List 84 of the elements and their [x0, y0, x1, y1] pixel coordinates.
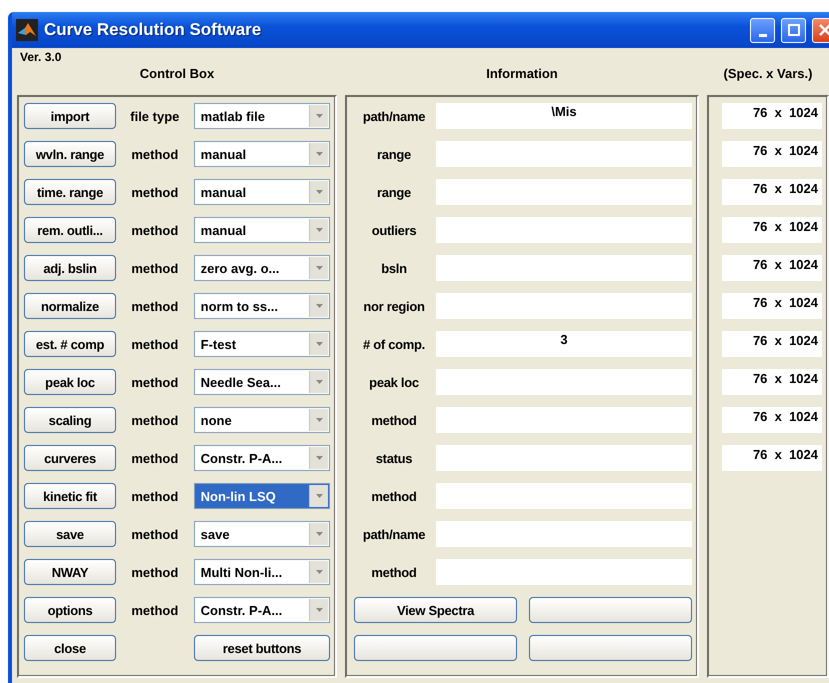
method-label: method: [130, 412, 180, 428]
blank-button[interactable]: [529, 597, 692, 623]
method-label: method: [130, 336, 180, 352]
step-button[interactable]: peak loc: [24, 369, 116, 395]
method-label: method: [130, 222, 180, 238]
info-label: bsln: [380, 260, 408, 276]
control-box-heading: Control Box: [140, 66, 214, 81]
method-label: method: [130, 526, 180, 542]
step-button[interactable]: scaling: [24, 407, 116, 433]
blank-button[interactable]: [354, 635, 517, 661]
dimensions-field: 76 x 1024: [722, 217, 822, 243]
info-field: 3: [436, 331, 692, 357]
dimensions-field: 76 x 1024: [722, 407, 822, 433]
step-button[interactable]: options: [24, 597, 116, 623]
step-button[interactable]: curveres: [24, 445, 116, 471]
dimensions-field: 76 x 1024: [722, 179, 822, 205]
method-dropdown[interactable]: manual: [194, 217, 330, 243]
method-label: method: [130, 374, 180, 390]
info-label: path/name: [362, 526, 426, 542]
reset-buttons-button[interactable]: reset buttons: [194, 635, 330, 661]
step-button[interactable]: kinetic fit: [24, 483, 116, 509]
minimize-icon: [758, 34, 766, 36]
method-label: method: [130, 564, 180, 580]
method-label: file type: [129, 108, 180, 124]
step-button[interactable]: import: [24, 103, 116, 129]
method-dropdown[interactable]: save: [194, 521, 330, 547]
method-dropdown[interactable]: Multi Non-li...: [194, 559, 330, 585]
method-label: method: [130, 450, 180, 466]
info-label: method: [370, 488, 418, 504]
blank-button[interactable]: [529, 635, 692, 661]
dimensions-field: 76 x 1024: [722, 331, 822, 357]
step-button[interactable]: save: [24, 521, 116, 547]
step-button[interactable]: adj. bslin: [24, 255, 116, 281]
method-label: method: [130, 488, 180, 504]
method-dropdown[interactable]: Constr. P-A...: [194, 597, 330, 623]
dimensions-field: 76 x 1024: [722, 369, 822, 395]
method-label: method: [130, 260, 180, 276]
info-label: status: [374, 450, 414, 466]
info-label: range: [376, 184, 412, 200]
info-label: path/name: [362, 108, 426, 124]
method-label: method: [130, 146, 180, 162]
version-label: Ver. 3.0: [20, 50, 62, 64]
close-icon: [818, 24, 829, 36]
method-label: method: [130, 298, 180, 314]
info-label: # of comp.: [362, 336, 426, 352]
view-spectra-button[interactable]: View Spectra: [354, 597, 517, 623]
step-button[interactable]: time. range: [24, 179, 116, 205]
method-dropdown[interactable]: Non-lin LSQ: [194, 483, 330, 509]
info-label: peak loc: [368, 374, 420, 390]
method-label: method: [130, 602, 180, 618]
step-button[interactable]: normalize: [24, 293, 116, 319]
info-label: nor region: [362, 298, 426, 314]
information-heading: Information: [486, 66, 558, 81]
method-dropdown[interactable]: none: [194, 407, 330, 433]
step-button[interactable]: wvln. range: [24, 141, 116, 167]
step-button[interactable]: NWAY: [24, 559, 116, 585]
maximize-icon: [788, 24, 800, 36]
minimize-button[interactable]: [750, 18, 775, 42]
window-title: Curve Resolution Software: [44, 20, 262, 40]
dimensions-field: 76 x 1024: [722, 103, 822, 129]
info-field: \Mis: [436, 103, 692, 129]
method-dropdown[interactable]: norm to ss...: [194, 293, 330, 319]
step-button[interactable]: rem. outli...: [24, 217, 116, 243]
dimensions-field: 76 x 1024: [722, 445, 822, 471]
step-button[interactable]: est. # comp: [24, 331, 116, 357]
dimensions-field: 76 x 1024: [722, 293, 822, 319]
dimensions-field: 76 x 1024: [722, 141, 822, 167]
method-dropdown[interactable]: matlab file: [194, 103, 330, 129]
method-dropdown[interactable]: manual: [194, 141, 330, 167]
method-dropdown[interactable]: manual: [194, 179, 330, 205]
method-dropdown[interactable]: F-test: [194, 331, 330, 357]
info-label: method: [370, 412, 418, 428]
info-label: method: [370, 564, 418, 580]
maximize-button[interactable]: [781, 18, 806, 42]
method-dropdown[interactable]: Needle Sea...: [194, 369, 330, 395]
dimensions-field: 76 x 1024: [722, 255, 822, 281]
info-label: range: [376, 146, 412, 162]
close-panel-button[interactable]: close: [24, 635, 116, 661]
method-label: method: [130, 184, 180, 200]
method-dropdown[interactable]: Constr. P-A...: [194, 445, 330, 471]
dimensions-heading: (Spec. x Vars.): [724, 66, 812, 81]
app-logo-icon: [16, 19, 38, 41]
method-dropdown[interactable]: zero avg. o...: [194, 255, 330, 281]
info-label: outliers: [370, 222, 418, 238]
